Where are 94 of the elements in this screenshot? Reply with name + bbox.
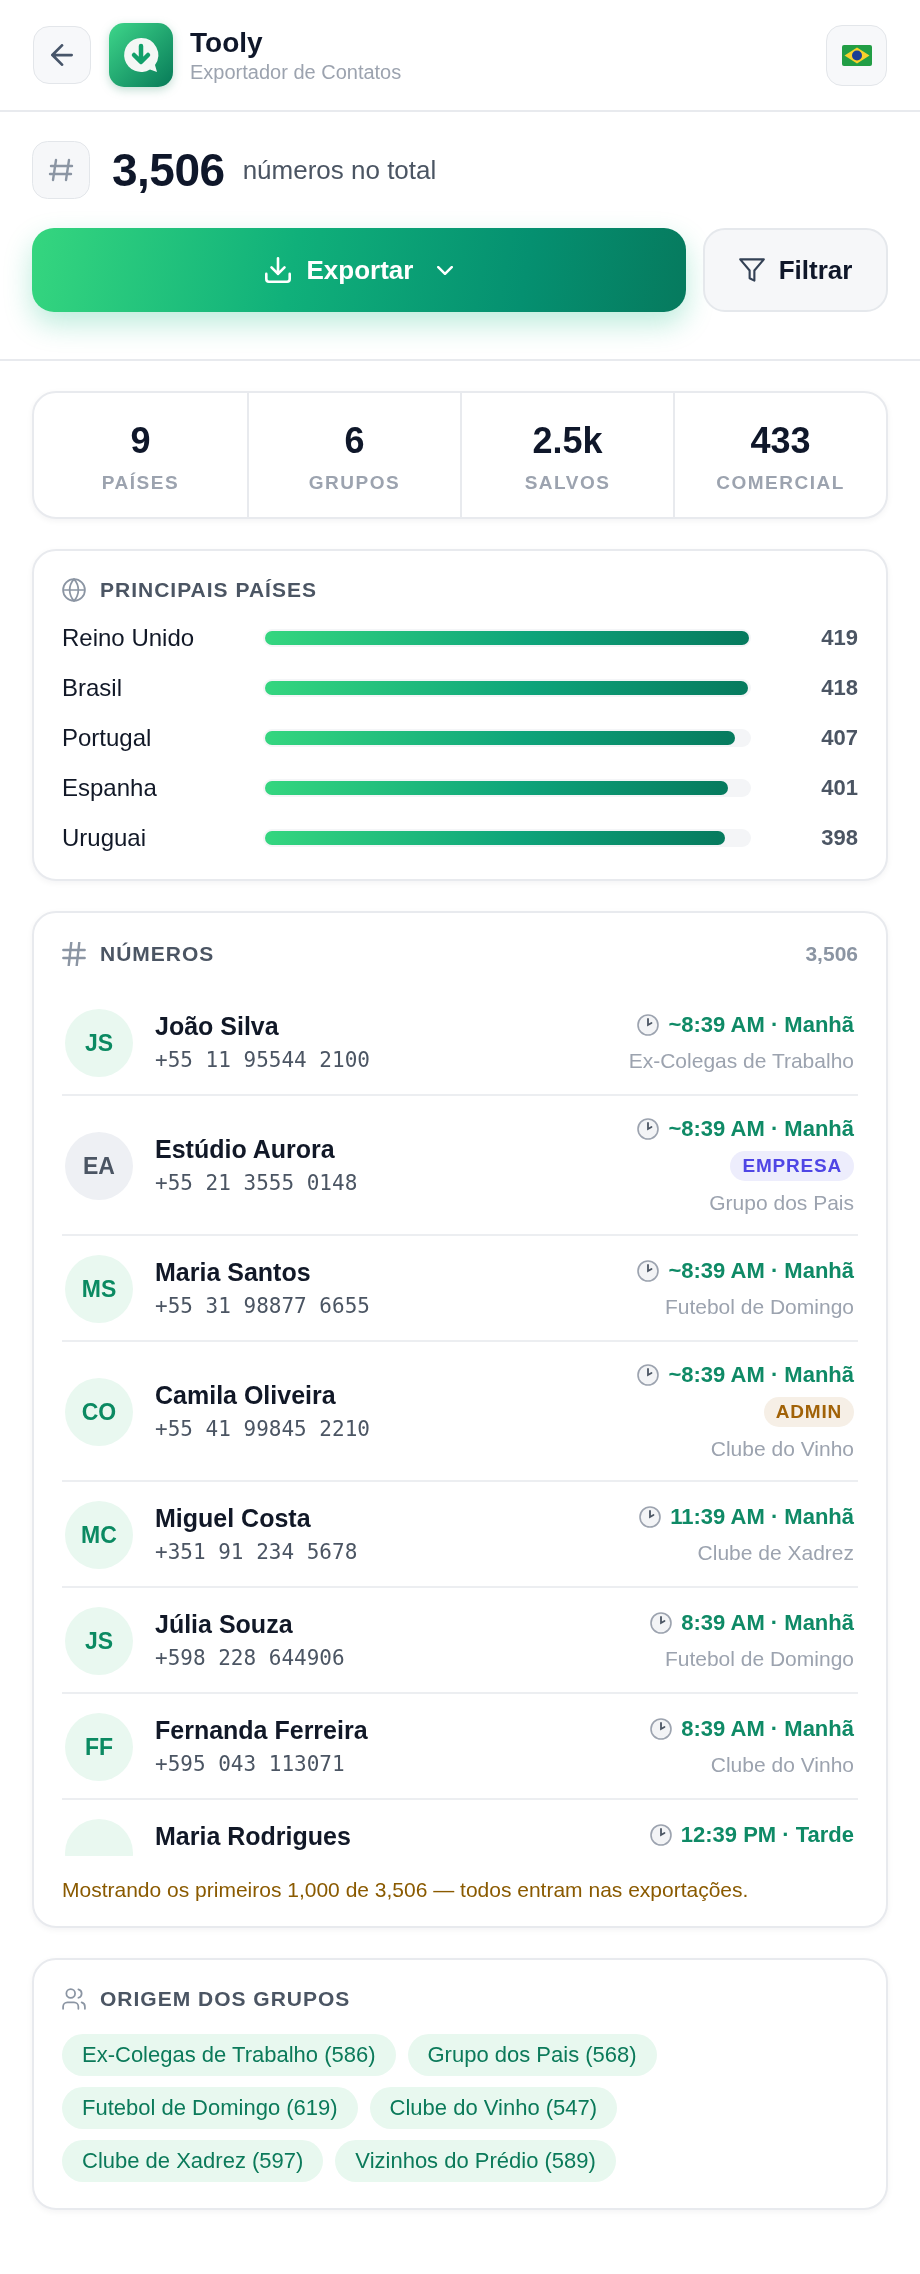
list-note: Mostrando os primeiros 1,000 de 3,506 — todos entram nas exportações. xyxy=(62,1877,750,1903)
chevron-down-icon xyxy=(437,265,454,275)
contact-name: Estúdio Aurora xyxy=(155,1134,336,1164)
app-subtitle: Exportador de Contatos xyxy=(190,60,403,84)
role-badge: ADMIN xyxy=(763,1397,854,1427)
stat-value: 6 xyxy=(344,419,365,463)
contact-name: João Silva xyxy=(155,1011,280,1041)
stat-value: 2.5k xyxy=(532,419,603,463)
country-count: 418 xyxy=(820,675,858,701)
stat-label: COMERCIAL xyxy=(716,471,845,495)
back-button[interactable] xyxy=(33,26,91,84)
hash-icon xyxy=(32,141,90,199)
section-title: ORIGEM DOS GRUPOS xyxy=(100,1987,351,2011)
app-title: Tooly xyxy=(190,26,264,60)
group-name: Grupo dos Pais xyxy=(709,1190,854,1216)
export-button[interactable]: Exportar xyxy=(32,228,686,312)
group-chip[interactable]: Clube de Xadrez (597) xyxy=(62,2140,324,2182)
phone-number: +55 11 95544 2100 xyxy=(155,1047,371,1074)
avatar: FF xyxy=(65,1713,133,1781)
country-name: Espanha xyxy=(62,774,158,802)
country-count: 398 xyxy=(820,825,858,851)
total-count: 3,506 xyxy=(112,143,225,197)
clock-icon xyxy=(637,1364,660,1386)
clock-icon xyxy=(639,1506,662,1528)
contact-name: Camila Oliveira xyxy=(155,1380,337,1410)
filter-button[interactable]: Filtrar xyxy=(703,228,888,312)
group-name: Ex-Colegas de Trabalho xyxy=(628,1048,854,1074)
section-title: NÚMEROS xyxy=(100,942,215,966)
country-count: 419 xyxy=(820,625,858,651)
country-name: Portugal xyxy=(62,724,153,752)
phone-number: +55 41 99845 2210 xyxy=(155,1416,371,1443)
group-name: Clube do Vinho xyxy=(710,1436,854,1462)
country-name: Uruguai xyxy=(62,824,148,852)
clock-icon xyxy=(650,1718,673,1740)
contact-name: Júlia Souza xyxy=(155,1609,294,1639)
avatar: MC xyxy=(65,1501,133,1569)
contact-name: Maria Santos xyxy=(155,1257,312,1287)
clock-icon xyxy=(637,1118,660,1140)
stat-value: 433 xyxy=(750,419,811,463)
download-icon xyxy=(264,257,291,283)
flag-icon xyxy=(841,44,872,66)
country-name: Reino Unido xyxy=(62,624,196,652)
call-time: 11:39 AM · Manhã xyxy=(670,1503,854,1531)
group-chip[interactable]: Futebol de Domingo (619) xyxy=(62,2087,358,2129)
clock-icon xyxy=(637,1014,660,1036)
call-time: ~8:39 AM · Manhã xyxy=(668,1361,854,1389)
group-name: Futebol de Domingo xyxy=(664,1646,854,1672)
call-time: ~8:39 AM · Manhã xyxy=(668,1257,854,1285)
app-logo-icon xyxy=(109,23,173,87)
users-icon xyxy=(62,1987,86,2011)
hash-icon xyxy=(62,942,86,966)
funnel-icon xyxy=(738,257,765,283)
avatar: JS xyxy=(65,1009,133,1077)
contact-name: Miguel Costa xyxy=(155,1503,312,1533)
group-name: Clube de Xadrez xyxy=(697,1540,854,1566)
group-chip[interactable]: Grupo dos Pais (568) xyxy=(407,2034,657,2076)
clock-icon xyxy=(649,1824,672,1846)
call-time: ~8:39 AM · Manhã xyxy=(668,1011,854,1039)
back-arrow-icon xyxy=(51,44,73,66)
avatar: JS xyxy=(65,1607,133,1675)
country-name: Brasil xyxy=(62,674,123,702)
contact-name: Fernanda Ferreira xyxy=(155,1715,369,1745)
country-count: 401 xyxy=(820,775,858,801)
group-name: Clube do Vinho xyxy=(710,1752,854,1778)
clock-icon xyxy=(650,1612,673,1634)
group-name: Futebol de Domingo xyxy=(664,1294,854,1320)
total-label: números no total xyxy=(242,154,437,186)
group-chip[interactable]: Ex-Colegas de Trabalho (586) xyxy=(62,2034,396,2076)
phone-number: +55 21 3555 0148 xyxy=(155,1170,359,1197)
contact-name: Maria Rodrigues xyxy=(155,1821,352,1851)
stat-value: 9 xyxy=(130,419,151,463)
call-time: ~8:39 AM · Manhã xyxy=(668,1115,854,1143)
avatar: MS xyxy=(65,1255,133,1323)
phone-number: +351 91 234 5678 xyxy=(155,1539,359,1566)
language-button[interactable] xyxy=(826,24,887,86)
call-time: 8:39 AM · Manhã xyxy=(681,1715,854,1743)
role-badge: EMPRESA xyxy=(730,1151,854,1181)
globe-icon xyxy=(62,578,86,602)
avatar: EA xyxy=(65,1132,133,1200)
call-time: 12:39 PM · Tarde xyxy=(680,1821,854,1849)
section-title: PRINCIPAIS PAÍSES xyxy=(100,578,317,602)
group-chip[interactable]: Clube do Vinho (547) xyxy=(369,2087,618,2129)
clock-icon xyxy=(637,1260,660,1282)
stat-label: SALVOS xyxy=(524,471,611,495)
stat-label: GRUPOS xyxy=(308,471,401,495)
country-count: 407 xyxy=(820,725,858,751)
stat-label: PAÍSES xyxy=(101,471,180,495)
phone-number: +55 31 98877 6655 xyxy=(155,1293,371,1320)
phone-number: +595 043 113071 xyxy=(155,1751,346,1778)
numbers-count: 3,506 xyxy=(805,942,858,966)
group-chip[interactable]: Vizinhos do Prédio (589) xyxy=(335,2140,616,2182)
avatar: CO xyxy=(65,1378,133,1446)
call-time: 8:39 AM · Manhã xyxy=(681,1609,854,1637)
phone-number: +598 228 644906 xyxy=(155,1645,346,1672)
